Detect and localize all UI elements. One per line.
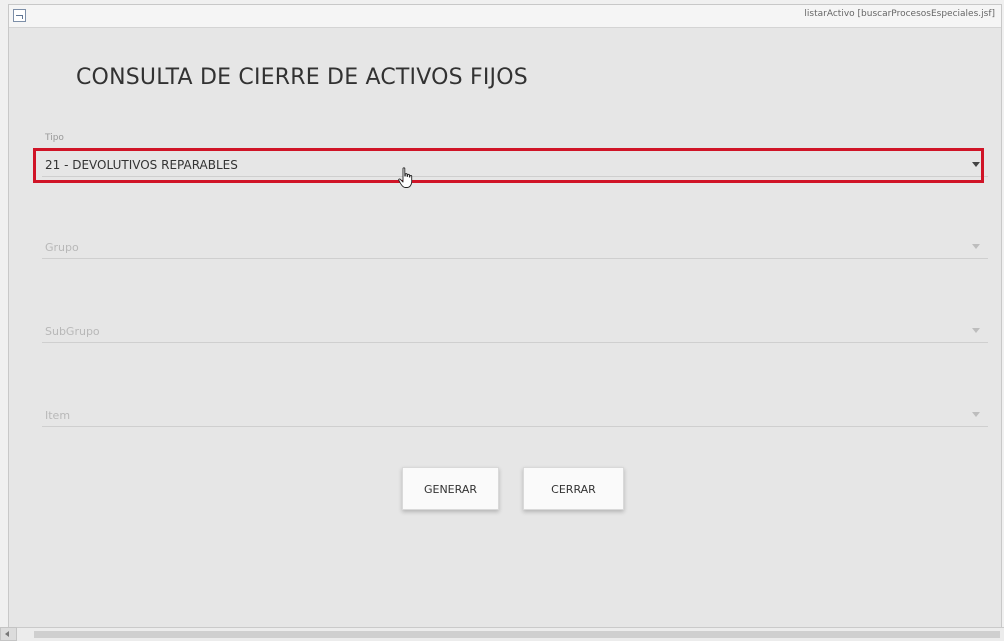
item-placeholder: Item xyxy=(45,409,71,422)
chevron-down-icon xyxy=(972,162,980,167)
subgrupo-field: SubGrupo xyxy=(42,319,988,349)
item-select[interactable]: Item xyxy=(42,403,988,427)
horizontal-scrollbar[interactable] xyxy=(17,627,1004,641)
page-title: CONSULTA DE CIERRE DE ACTIVOS FIJOS xyxy=(76,65,528,90)
subgrupo-placeholder: SubGrupo xyxy=(45,325,100,338)
tipo-label: Tipo xyxy=(45,133,64,143)
generar-button[interactable]: GENERAR xyxy=(402,467,499,510)
item-field: Item xyxy=(42,403,988,433)
chevron-down-icon xyxy=(972,412,980,417)
grupo-placeholder: Grupo xyxy=(45,241,79,254)
tipo-field: Tipo 21 - DEVOLUTIVOS REPARABLES xyxy=(42,133,988,183)
chevron-down-icon xyxy=(972,244,980,249)
grupo-field: Grupo xyxy=(42,235,988,265)
window-app-icon xyxy=(13,9,26,22)
horizontal-scroll-thumb[interactable] xyxy=(34,631,1000,638)
window-title: listarActivo [buscarProcesosEspeciales.j… xyxy=(804,9,995,19)
scroll-left-arrow-icon[interactable] xyxy=(0,627,17,641)
cerrar-button[interactable]: CERRAR xyxy=(523,467,624,510)
window-titlebar: listarActivo [buscarProcesosEspeciales.j… xyxy=(9,5,1001,28)
subgrupo-select[interactable]: SubGrupo xyxy=(42,319,988,343)
tipo-select[interactable]: 21 - DEVOLUTIVOS REPARABLES xyxy=(42,153,988,177)
tipo-selected-value: 21 - DEVOLUTIVOS REPARABLES xyxy=(45,158,238,172)
grupo-select[interactable]: Grupo xyxy=(42,235,988,259)
application-window: listarActivo [buscarProcesosEspeciales.j… xyxy=(8,4,1002,638)
chevron-down-icon xyxy=(972,328,980,333)
